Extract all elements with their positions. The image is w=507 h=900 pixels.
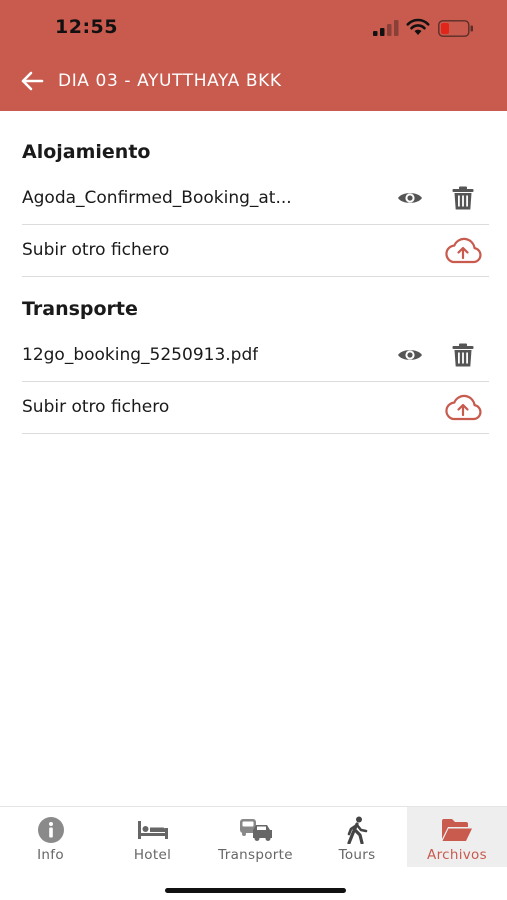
arrow-left-icon <box>21 71 44 91</box>
walking-icon <box>347 816 368 844</box>
delete-file-button[interactable] <box>450 184 476 212</box>
section-title-alojamiento: Alojamiento <box>22 141 151 163</box>
bottom-tab-bar: Info Hotel Transporte Tours Archivos <box>0 806 507 867</box>
info-icon <box>37 817 64 843</box>
trash-icon <box>452 343 474 367</box>
delete-file-button[interactable] <box>450 341 476 369</box>
file-row: Agoda_Confirmed_Booking_at... <box>22 173 489 225</box>
home-indicator <box>165 888 346 893</box>
tab-tours[interactable]: Tours <box>307 807 407 867</box>
vehicles-icon <box>239 819 272 841</box>
tab-hotel[interactable]: Hotel <box>101 807 204 867</box>
upload-file-button[interactable] <box>442 392 484 424</box>
tab-transporte[interactable]: Transporte <box>204 807 307 867</box>
file-name[interactable]: Agoda_Confirmed_Booking_at... <box>22 188 292 208</box>
eye-icon <box>398 193 422 203</box>
cellular-signal-icon <box>373 20 399 36</box>
tab-label: Transporte <box>218 847 293 863</box>
cloud-upload-icon <box>445 237 482 264</box>
nav-bar: DIA 03 - AYUTTHAYA BKK <box>0 58 507 104</box>
battery-icon <box>438 20 473 37</box>
tab-label: Tours <box>338 847 376 863</box>
tab-archivos[interactable]: Archivos <box>407 807 507 867</box>
tab-label: Info <box>37 847 64 863</box>
tab-info[interactable]: Info <box>0 807 101 867</box>
back-button[interactable] <box>18 68 46 94</box>
upload-file-button[interactable] <box>442 235 484 267</box>
file-name[interactable]: 12go_booking_5250913.pdf <box>22 345 258 365</box>
wifi-icon <box>406 18 430 35</box>
status-bar: 12:55 <box>0 0 507 56</box>
app-header: 12:55 DIA 03 - AYUTTHAYA BKK <box>0 0 507 111</box>
view-file-button[interactable] <box>396 343 424 367</box>
section-title-transporte: Transporte <box>22 298 138 320</box>
view-file-button[interactable] <box>396 186 424 210</box>
status-time: 12:55 <box>55 16 118 38</box>
folder-open-icon <box>442 819 472 841</box>
tab-label: Hotel <box>133 847 172 863</box>
trash-icon <box>452 186 474 210</box>
tab-label: Archivos <box>427 847 487 863</box>
upload-label: Subir otro fichero <box>22 397 170 417</box>
bed-icon <box>137 821 168 839</box>
eye-icon <box>398 350 422 360</box>
upload-row[interactable]: Subir otro fichero <box>22 225 489 277</box>
upload-label: Subir otro fichero <box>22 240 170 260</box>
upload-row[interactable]: Subir otro fichero <box>22 382 489 434</box>
file-row: 12go_booking_5250913.pdf <box>22 330 489 382</box>
page-title: DIA 03 - AYUTTHAYA BKK <box>58 71 282 91</box>
cloud-upload-icon <box>445 394 482 421</box>
